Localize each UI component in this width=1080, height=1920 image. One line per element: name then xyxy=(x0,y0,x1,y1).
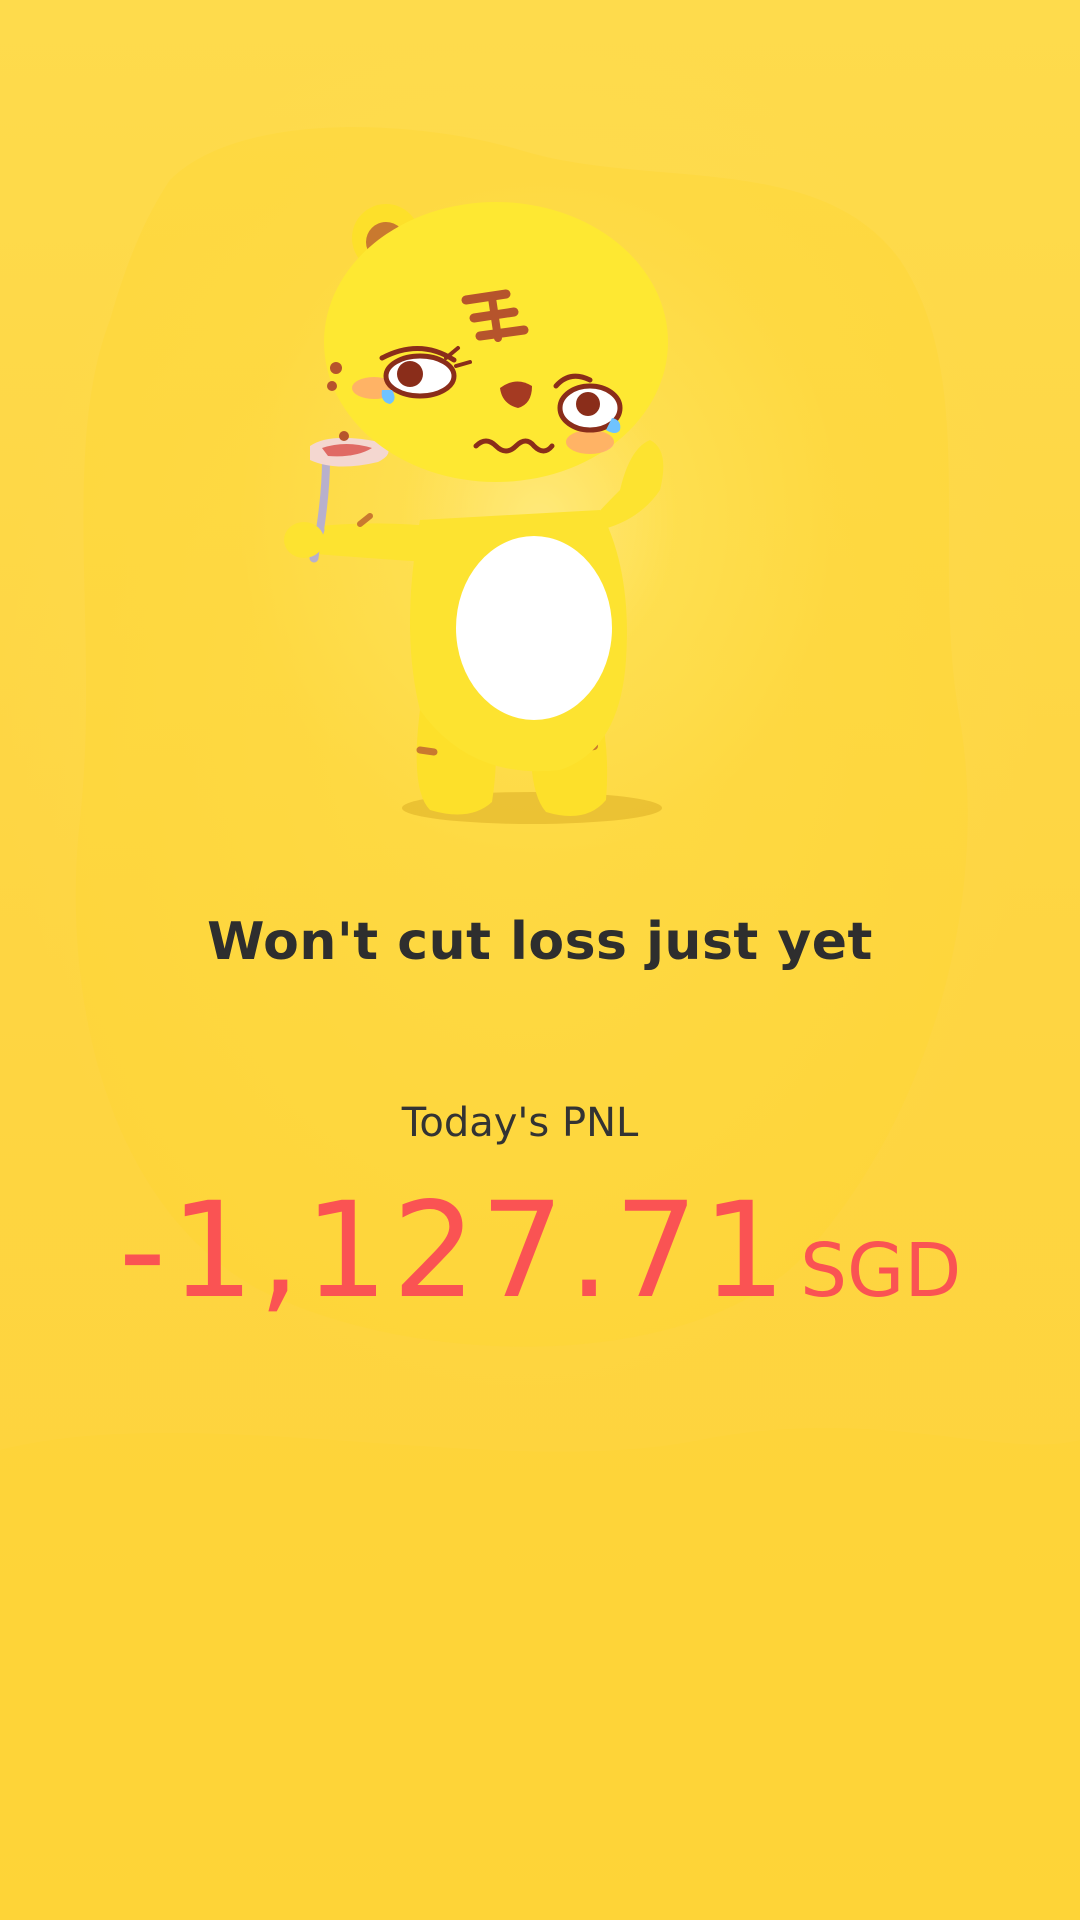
pnl-amount: -1,127.71 SGD xyxy=(0,1185,1080,1317)
mood-headline: Won't cut loss just yet xyxy=(207,912,873,972)
pnl-label: Today's PNL xyxy=(401,1100,639,1146)
pnl-share-card: Won't cut loss just yet Today's PNL -1,1… xyxy=(0,0,1080,1920)
pnl-currency: SGD xyxy=(800,1228,962,1314)
crying-tiger-mascot-icon xyxy=(284,202,668,824)
pnl-value: -1,127.71 xyxy=(118,1174,791,1328)
